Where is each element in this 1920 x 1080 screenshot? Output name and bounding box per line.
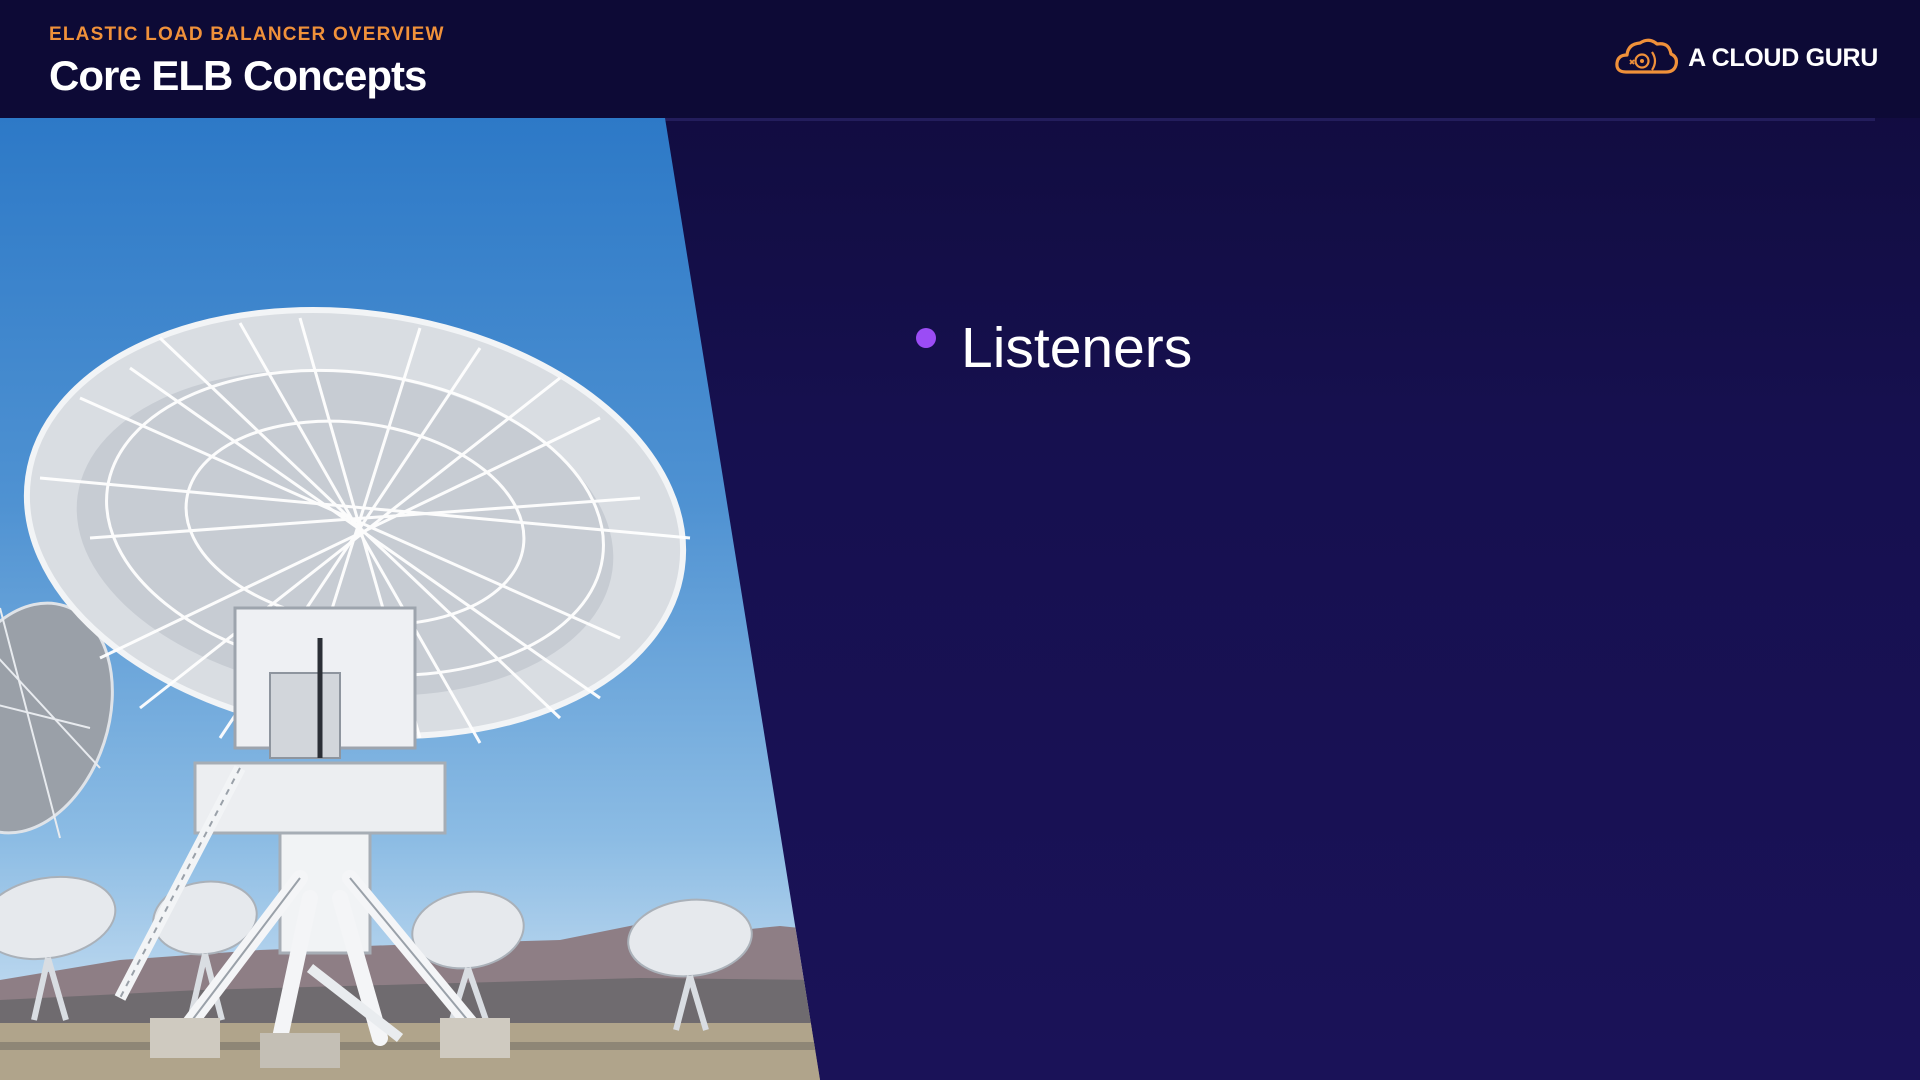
header-divider — [665, 118, 1875, 121]
bullet-list: Listeners — [916, 313, 1192, 383]
cloud-icon — [1614, 36, 1679, 81]
telescope-illustration — [0, 307, 820, 1080]
radio-telescope-photo — [0, 118, 820, 1080]
slide-header: ELASTIC LOAD BALANCER OVERVIEW Core ELB … — [0, 0, 1920, 118]
brand-name: A CLOUD GURU — [1688, 44, 1878, 72]
section-subtitle: ELASTIC LOAD BALANCER OVERVIEW — [49, 24, 445, 45]
slide: ELASTIC LOAD BALANCER OVERVIEW Core ELB … — [0, 0, 1920, 1080]
bullet-text: Listeners — [961, 316, 1193, 380]
bullet-item: Listeners — [916, 313, 1192, 383]
slide-title: Core ELB Concepts — [49, 52, 427, 99]
brand-logo: A CLOUD GURU — [1614, 36, 1878, 81]
bullet-dot-icon — [916, 328, 936, 348]
